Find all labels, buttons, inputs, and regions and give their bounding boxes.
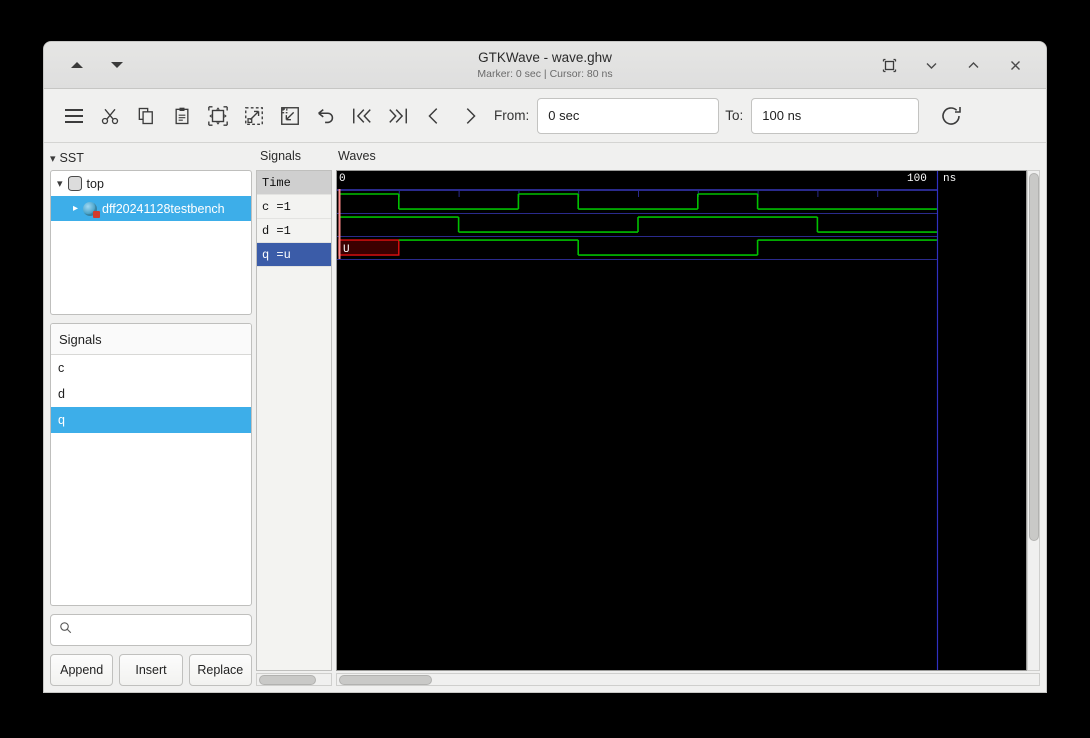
triangle-down-icon[interactable]	[104, 52, 130, 78]
search-input[interactable]	[78, 622, 243, 638]
time-start-label: 0	[339, 172, 346, 185]
time-unit-label: ns	[943, 172, 957, 185]
menu-icon[interactable]	[56, 98, 92, 134]
to-input[interactable]	[751, 97, 920, 134]
title-bar: GTKWave - wave.ghw Marker: 0 sec | Curso…	[44, 42, 1046, 89]
waves-vscrollbar-thumb[interactable]	[1028, 172, 1039, 542]
maximize-icon[interactable]	[960, 52, 986, 78]
window-subtitle: Marker: 0 sec | Cursor: 80 ns	[477, 67, 613, 80]
names-row-time[interactable]: Time	[257, 171, 331, 195]
waves-title: Waves	[338, 149, 376, 163]
titlebar-right-buttons	[876, 52, 1046, 78]
names-row-d[interactable]: d =1	[257, 219, 331, 243]
tree-label-top: top	[86, 176, 104, 191]
chevron-down-icon[interactable]: ▾	[57, 177, 63, 190]
waves-hscrollbar[interactable]	[336, 673, 1040, 686]
sst-label: SST	[59, 151, 84, 165]
search-box[interactable]	[50, 614, 252, 646]
signal-names-title: Signals	[260, 149, 301, 163]
signal-list-panel: Signals c d q	[50, 323, 252, 606]
list-item[interactable]: d	[51, 381, 251, 407]
wave-drawing: U	[337, 170, 939, 670]
minimize-icon[interactable]	[918, 52, 944, 78]
names-hscrollbar-thumb[interactable]	[259, 674, 316, 685]
main-toolbar: From: To:	[44, 89, 1046, 143]
titlebar-left-buttons	[44, 52, 130, 78]
next-edge-icon[interactable]	[452, 98, 488, 134]
list-item[interactable]: c	[51, 355, 251, 381]
signal-name-c: c	[58, 361, 65, 375]
copy-icon[interactable]	[128, 98, 164, 134]
waves-pane: Waves U 0 100 ns	[332, 143, 1046, 692]
go-start-icon[interactable]	[344, 98, 380, 134]
signal-names-pane: Signals Time c =1 d =1 q =u	[256, 143, 332, 692]
replace-button[interactable]: Replace	[188, 654, 252, 686]
action-button-row: Append Insert Replace	[50, 654, 252, 686]
waves-hscrollbar-thumb[interactable]	[339, 674, 432, 685]
sst-pane: ▾ SST ▾ top ▸ dff20241128testbench Signa…	[44, 143, 256, 692]
undo-icon[interactable]	[308, 98, 344, 134]
tree-label-testbench: dff20241128testbench	[102, 201, 225, 216]
chevron-down-icon: ▾	[50, 152, 56, 165]
names-row-c[interactable]: c =1	[257, 195, 331, 219]
signal-name-d: d	[58, 387, 65, 401]
sst-header[interactable]: ▾ SST	[50, 149, 252, 167]
zoom-fit-icon[interactable]	[200, 98, 236, 134]
restore-icon[interactable]	[876, 52, 902, 78]
triangle-up-icon[interactable]	[64, 52, 90, 78]
names-hscrollbar[interactable]	[256, 673, 332, 686]
wave-canvas[interactable]: U 0 100 ns	[336, 169, 1027, 671]
waves-canvas-row: U 0 100 ns	[336, 169, 1040, 671]
sst-tree[interactable]: ▾ top ▸ dff20241128testbench	[50, 170, 252, 315]
paste-icon[interactable]	[164, 98, 200, 134]
sidebar-item-top[interactable]: ▾ top	[51, 171, 251, 196]
go-end-icon[interactable]	[380, 98, 416, 134]
signal-name-q: q	[58, 413, 65, 427]
append-button[interactable]: Append	[50, 654, 114, 686]
signal-list-header: Signals	[51, 324, 251, 355]
insert-button[interactable]: Insert	[119, 654, 183, 686]
chevron-right-icon[interactable]: ▸	[73, 203, 78, 214]
close-icon[interactable]	[1002, 52, 1028, 78]
zoom-in-icon[interactable]	[236, 98, 272, 134]
cut-icon[interactable]	[92, 98, 128, 134]
reload-icon[interactable]	[933, 98, 969, 134]
testbench-icon	[83, 201, 101, 218]
svg-text:U: U	[343, 244, 350, 256]
prev-edge-icon[interactable]	[416, 98, 452, 134]
names-row-q[interactable]: q =u	[257, 243, 331, 267]
search-icon	[59, 621, 72, 639]
waves-vscrollbar[interactable]	[1027, 169, 1040, 671]
to-label: To:	[725, 108, 744, 123]
module-icon	[67, 176, 82, 191]
list-item[interactable]: q	[51, 407, 251, 433]
zoom-out-icon[interactable]	[272, 98, 308, 134]
main-body: ▾ SST ▾ top ▸ dff20241128testbench Signa…	[44, 143, 1046, 692]
from-input[interactable]	[537, 97, 720, 134]
window-title: GTKWave - wave.ghw	[478, 49, 612, 65]
gtkwave-window: GTKWave - wave.ghw Marker: 0 sec | Curso…	[44, 42, 1046, 692]
signal-names-list: Time c =1 d =1 q =u	[256, 170, 332, 671]
time-end-label: 100	[907, 172, 927, 185]
sidebar-item-dff-testbench[interactable]: ▸ dff20241128testbench	[51, 196, 251, 221]
from-label: From:	[494, 108, 530, 123]
